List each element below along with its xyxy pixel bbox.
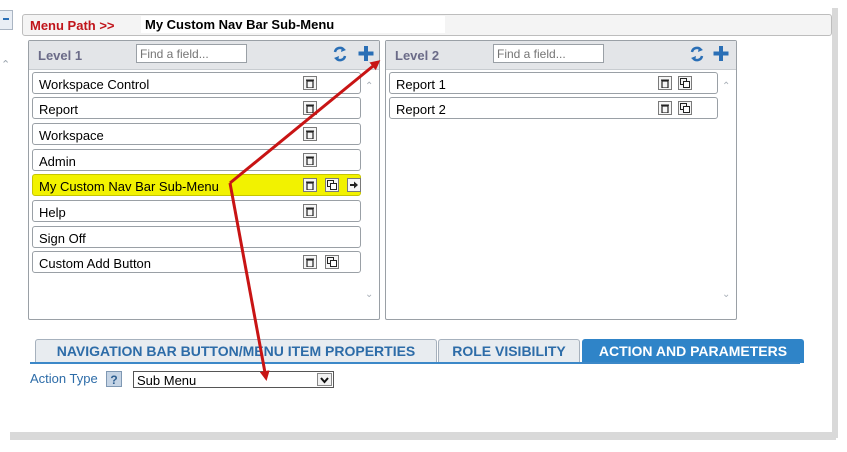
- refresh-icon[interactable]: [331, 44, 349, 64]
- tab-navigation-bar-properties[interactable]: NAVIGATION BAR BUTTON/MENU ITEM PROPERTI…: [35, 339, 437, 363]
- scroll-down-icon[interactable]: ⌄: [722, 289, 730, 300]
- arrow-right-icon[interactable]: [347, 178, 361, 192]
- list-item[interactable]: Report 1: [389, 72, 718, 94]
- trash-icon[interactable]: [658, 101, 672, 115]
- list-item[interactable]: Workspace Control: [32, 72, 361, 94]
- action-type-value: Sub Menu: [137, 373, 197, 388]
- list-item-label: Report: [39, 102, 79, 117]
- refresh-icon[interactable]: [688, 44, 706, 64]
- level-2-title: Level 2: [395, 48, 440, 63]
- copy-icon[interactable]: [325, 255, 339, 269]
- level-2-search-input[interactable]: [493, 44, 604, 63]
- help-icon[interactable]: ?: [106, 371, 122, 387]
- list-item-label: Report 1: [396, 77, 446, 92]
- trash-icon[interactable]: [303, 76, 317, 90]
- collapse-toggle[interactable]: [0, 10, 13, 30]
- tab-underline: [30, 362, 800, 364]
- tab-action-and-parameters[interactable]: ACTION AND PARAMETERS: [582, 339, 804, 363]
- level-1-panel: Level 1 Workspace Control Report Workspa…: [28, 40, 380, 320]
- level-2-panel: Level 2 Report 1 Report 2 ⌃ ⌄: [385, 40, 737, 320]
- scroll-up-icon[interactable]: ⌃: [722, 81, 730, 92]
- list-item[interactable]: Report: [32, 97, 361, 119]
- action-type-label: Action Type: [30, 371, 98, 386]
- level-2-header: Level 2: [386, 41, 736, 70]
- trash-icon[interactable]: [303, 127, 317, 141]
- menu-path-bar: Menu Path >> My Custom Nav Bar Sub-Menu: [22, 14, 832, 36]
- list-item[interactable]: Report 2: [389, 97, 718, 119]
- list-item-label: My Custom Nav Bar Sub-Menu: [39, 179, 219, 194]
- trash-icon[interactable]: [303, 101, 317, 115]
- list-item-label: Sign Off: [39, 231, 86, 246]
- copy-icon[interactable]: [325, 178, 339, 192]
- level-1-header: Level 1: [29, 41, 379, 70]
- list-item-label: Report 2: [396, 102, 446, 117]
- action-type-select[interactable]: Sub Menu: [133, 371, 334, 388]
- list-item[interactable]: Help: [32, 200, 361, 222]
- level-1-search-input[interactable]: [136, 44, 247, 63]
- tab-role-visibility[interactable]: ROLE VISIBILITY: [438, 339, 580, 363]
- scroll-up-icon[interactable]: ⌃: [1, 58, 10, 71]
- trash-icon[interactable]: [303, 153, 317, 167]
- scroll-down-icon[interactable]: ⌄: [365, 289, 373, 300]
- list-item[interactable]: Workspace: [32, 123, 361, 145]
- list-item-label: Help: [39, 205, 66, 220]
- level-1-title: Level 1: [38, 48, 83, 63]
- screenshot-root: ⌃ Menu Path >> My Custom Nav Bar Sub-Men…: [0, 0, 847, 452]
- add-icon[interactable]: [357, 44, 375, 64]
- trash-icon[interactable]: [303, 255, 317, 269]
- list-item[interactable]: Custom Add Button: [32, 251, 361, 273]
- list-item-selected[interactable]: My Custom Nav Bar Sub-Menu: [32, 174, 361, 196]
- add-icon[interactable]: [712, 44, 730, 64]
- copy-icon[interactable]: [678, 76, 692, 90]
- list-item-label: Workspace Control: [39, 77, 150, 92]
- chevron-down-icon[interactable]: [317, 373, 332, 386]
- list-item[interactable]: Admin: [32, 149, 361, 171]
- trash-icon[interactable]: [303, 204, 317, 218]
- trash-icon[interactable]: [303, 178, 317, 192]
- list-item[interactable]: Sign Off: [32, 226, 361, 248]
- copy-icon[interactable]: [678, 101, 692, 115]
- list-item-label: Workspace: [39, 128, 104, 143]
- list-item-label: Custom Add Button: [39, 256, 152, 271]
- menu-path-label: Menu Path >>: [30, 18, 115, 33]
- list-item-label: Admin: [39, 154, 76, 169]
- trash-icon[interactable]: [658, 76, 672, 90]
- scroll-up-icon[interactable]: ⌃: [365, 81, 373, 92]
- minus-icon: [3, 18, 9, 20]
- frame-shadow-right: [832, 8, 838, 438]
- frame-shadow-bottom: [10, 432, 836, 440]
- menu-path-value: My Custom Nav Bar Sub-Menu: [141, 16, 445, 33]
